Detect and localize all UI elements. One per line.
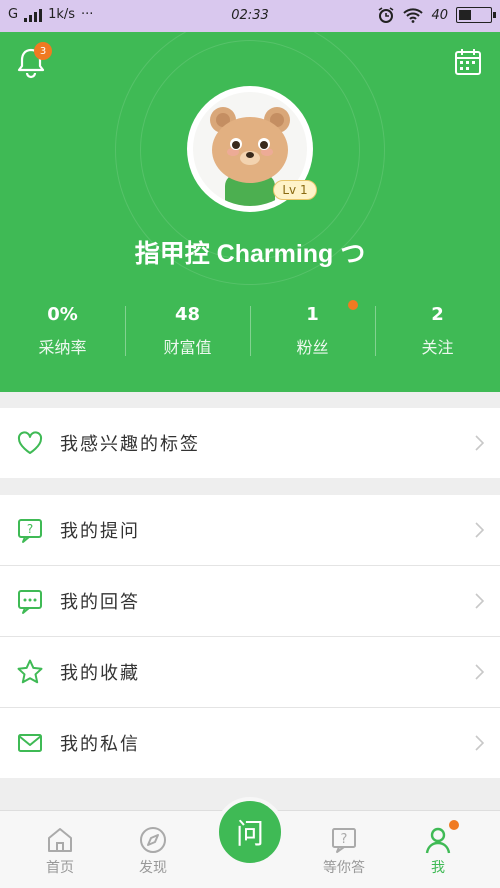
tab-discover[interactable]: 发现 — [103, 811, 203, 888]
menu-label: 我的私信 — [60, 734, 140, 755]
username: 指甲控 Charming つ — [134, 240, 366, 268]
menu-label: 我的收藏 — [60, 663, 140, 684]
envelope-icon — [18, 734, 42, 752]
question-box-icon: ? — [332, 828, 356, 853]
tab-label: 首页 — [46, 860, 74, 876]
alarm-icon — [379, 7, 394, 23]
chevron-right-icon — [475, 435, 484, 451]
menu-item-favorites[interactable]: 我的收藏 — [0, 637, 500, 707]
stat-value: 2 — [431, 304, 444, 325]
star-icon — [17, 659, 43, 684]
tab-label: 我 — [431, 860, 445, 876]
tab-me[interactable]: 我 — [388, 811, 488, 888]
stat-value: 0% — [47, 304, 78, 325]
menu-item-interests[interactable]: 我感兴趣的标签 — [0, 408, 500, 478]
chevron-right-icon — [475, 664, 484, 680]
compass-icon — [140, 827, 166, 853]
me-notification-dot — [447, 818, 461, 832]
menu-item-messages[interactable]: 我的私信 — [0, 708, 500, 778]
answer-bubble-icon — [18, 590, 42, 614]
heart-icon — [17, 431, 43, 454]
chevron-right-icon — [475, 735, 484, 751]
status-bar: G 1k/s ··· 02:33 40 — [0, 0, 500, 32]
chevron-right-icon — [475, 522, 484, 538]
stat-followers[interactable]: 1 粉丝 — [250, 300, 375, 362]
calendar-icon[interactable] — [454, 48, 482, 76]
new-follower-dot — [348, 300, 358, 310]
battery-percent: 40 — [431, 7, 448, 23]
tab-home[interactable]: 首页 — [10, 811, 110, 888]
svg-text:?: ? — [341, 832, 348, 847]
level-badge: Lv 1 — [273, 180, 317, 200]
menu-label: 我的回答 — [60, 592, 140, 613]
stat-label: 财富值 — [163, 338, 212, 357]
chevron-right-icon — [475, 593, 484, 609]
stat-value: 48 — [174, 304, 201, 325]
svg-text:?: ? — [27, 522, 33, 536]
menu-label: 我的提问 — [60, 521, 140, 542]
stat-wealth[interactable]: 48 财富值 — [125, 300, 250, 362]
stats-row: 0% 采纳率 48 财富值 1 粉丝 2 关注 — [0, 300, 500, 362]
stat-label: 采纳率 — [38, 338, 87, 357]
profile-header: 3 Lv 1 指甲控 Charming つ 0% 采纳率 48 财富值 1 粉丝… — [0, 32, 500, 392]
menu-item-answers[interactable]: 我的回答 — [0, 566, 500, 636]
stat-label: 关注 — [421, 338, 454, 357]
stat-following[interactable]: 2 关注 — [375, 300, 500, 362]
question-bubble-icon: ? — [18, 519, 42, 543]
tab-label: 发现 — [139, 860, 167, 876]
tab-awaiting-answers[interactable]: ? 等你答 — [294, 811, 394, 888]
tab-label: 等你答 — [323, 860, 365, 876]
notification-badge: 3 — [34, 42, 52, 60]
home-icon — [48, 828, 72, 852]
menu-item-questions[interactable]: ? 我的提问 — [0, 495, 500, 565]
wifi-icon — [403, 8, 424, 23]
stat-adoption-rate[interactable]: 0% 采纳率 — [0, 300, 125, 362]
stat-label: 粉丝 — [296, 338, 329, 357]
ask-question-button[interactable]: 问 — [215, 797, 285, 867]
menu-label: 我感兴趣的标签 — [60, 434, 200, 455]
battery-icon — [456, 7, 496, 23]
